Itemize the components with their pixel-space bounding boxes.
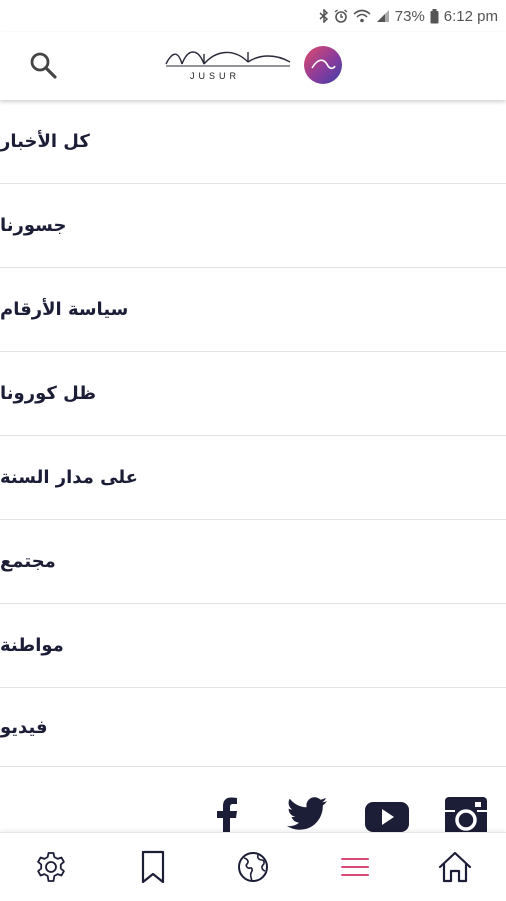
logo-text: JUSUR <box>190 71 241 81</box>
bluetooth-icon <box>319 9 329 23</box>
bookmark-icon <box>141 850 165 884</box>
menu-item-label: على مدار السنة <box>0 467 138 488</box>
wifi-icon <box>353 9 371 23</box>
twitter-icon <box>287 797 327 830</box>
menu-item-society[interactable]: مجتمع <box>0 520 506 604</box>
instagram-icon <box>445 797 487 834</box>
menu-item-label: مواطنة <box>0 635 64 656</box>
settings-icon <box>37 852 65 882</box>
menu-item-label: ظل كورونا <box>0 383 97 404</box>
menu-item-video[interactable]: فيديو <box>0 688 506 767</box>
menu-item-all-news[interactable]: كل الأخبار <box>0 100 506 184</box>
menu-item-label: كل الأخبار <box>0 131 90 152</box>
battery-percent: 73% <box>394 7 425 25</box>
nav-settings[interactable] <box>34 850 68 884</box>
facebook-link[interactable] <box>212 796 242 834</box>
menu-item-label: فيديو <box>0 716 48 738</box>
menu-item-label: سياسة الأرقام <box>0 299 129 320</box>
logo-mark <box>304 46 342 84</box>
menu-item-citizenship[interactable]: مواطنة <box>0 604 506 688</box>
youtube-link[interactable] <box>364 796 410 834</box>
menu-item-label: جسورنا <box>0 215 67 236</box>
menu-item-label: مجتمع <box>0 551 56 572</box>
bottom-navigation <box>0 832 506 901</box>
battery-icon <box>430 8 439 24</box>
signal-icon <box>376 9 390 23</box>
status-bar: 73% 6:12 pm <box>0 0 506 32</box>
menu-icon <box>341 858 369 876</box>
social-links <box>0 790 506 834</box>
menu-item-corona-shadow[interactable]: ظل كورونا <box>0 352 506 436</box>
menu-item-year-round[interactable]: على مدار السنة <box>0 436 506 520</box>
jusur-logo: JUSUR <box>164 42 344 90</box>
nav-world[interactable] <box>236 850 270 884</box>
facebook-icon <box>217 797 237 834</box>
category-menu: كل الأخبار جسورنا سياسة الأرقام ظل كورون… <box>0 100 506 767</box>
nav-menu[interactable] <box>338 850 372 884</box>
instagram-link[interactable] <box>444 796 488 834</box>
clock: 6:12 pm <box>443 7 498 25</box>
youtube-icon <box>365 802 409 832</box>
menu-item-jusurna[interactable]: جسورنا <box>0 184 506 268</box>
search-button[interactable] <box>26 48 60 82</box>
nav-home[interactable] <box>438 850 472 884</box>
alarm-icon <box>334 9 348 23</box>
menu-item-numbers-policy[interactable]: سياسة الأرقام <box>0 268 506 352</box>
bridge-logo-icon <box>165 51 291 67</box>
search-icon <box>30 52 57 79</box>
nav-bookmarks[interactable] <box>136 850 170 884</box>
app-header: JUSUR <box>0 32 506 100</box>
wave-icon <box>311 59 336 70</box>
twitter-link[interactable] <box>286 796 328 834</box>
globe-icon <box>238 852 268 882</box>
home-icon <box>438 851 472 883</box>
